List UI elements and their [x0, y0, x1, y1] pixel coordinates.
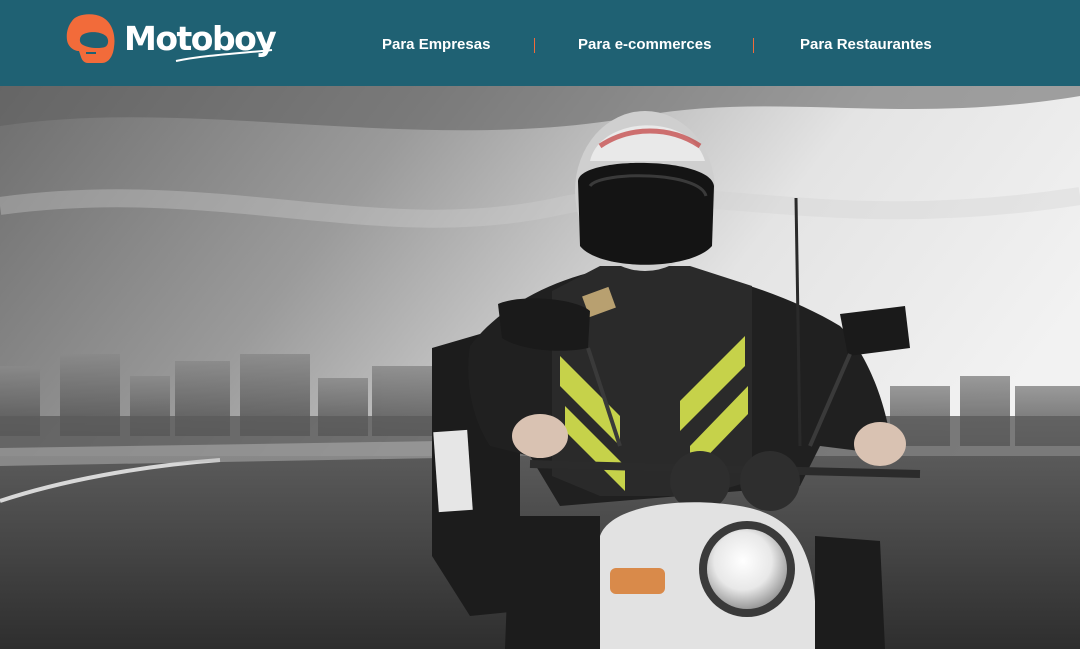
main-nav: Para Empresas Para e-commerces Para Rest…: [0, 0, 1080, 86]
nav-link-restaurantes[interactable]: Para Restaurantes: [800, 36, 932, 53]
hero-image: [0, 86, 1080, 649]
motorcycle-courier-photo: [0, 86, 1080, 649]
nav-separator: [534, 38, 535, 53]
nav-link-empresas[interactable]: Para Empresas: [382, 36, 490, 53]
nav-separator: [753, 38, 754, 53]
nav-link-ecommerces[interactable]: Para e-commerces: [578, 36, 711, 53]
site-header: Motoboy Para Empresas Para e-commerces P…: [0, 0, 1080, 86]
